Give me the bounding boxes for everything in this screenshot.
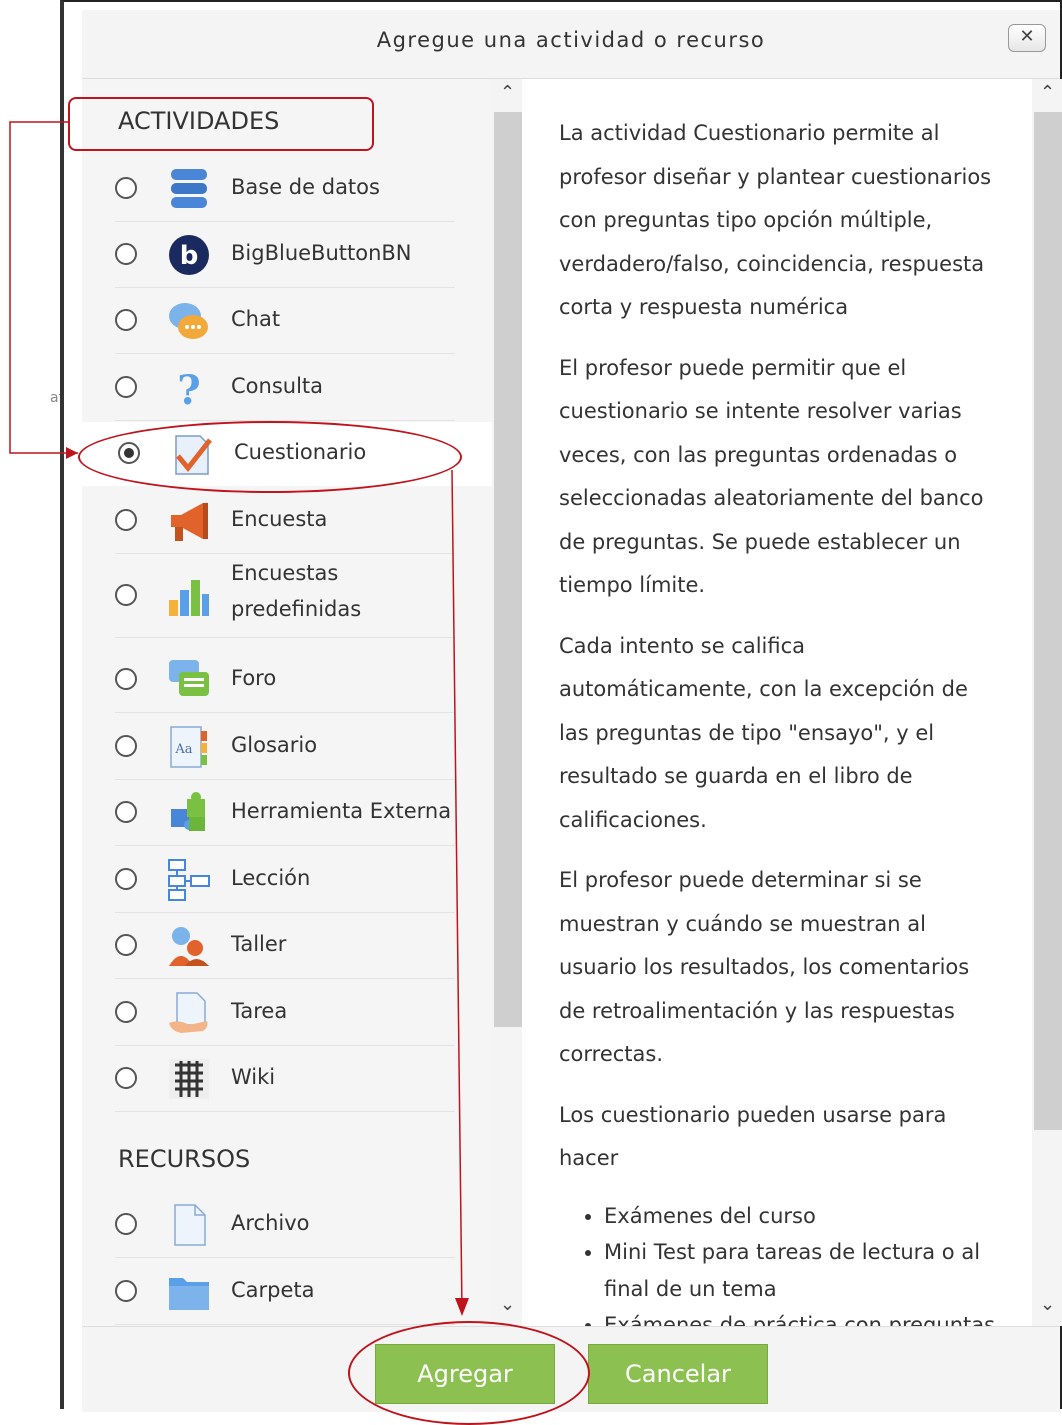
annotation-arrowhead — [455, 1298, 469, 1316]
annotation-arrows — [9, 121, 469, 1316]
annotation-arrow-line — [9, 121, 78, 454]
annotation-arrow-line — [451, 469, 463, 1313]
annotation-arrowhead — [66, 447, 78, 459]
